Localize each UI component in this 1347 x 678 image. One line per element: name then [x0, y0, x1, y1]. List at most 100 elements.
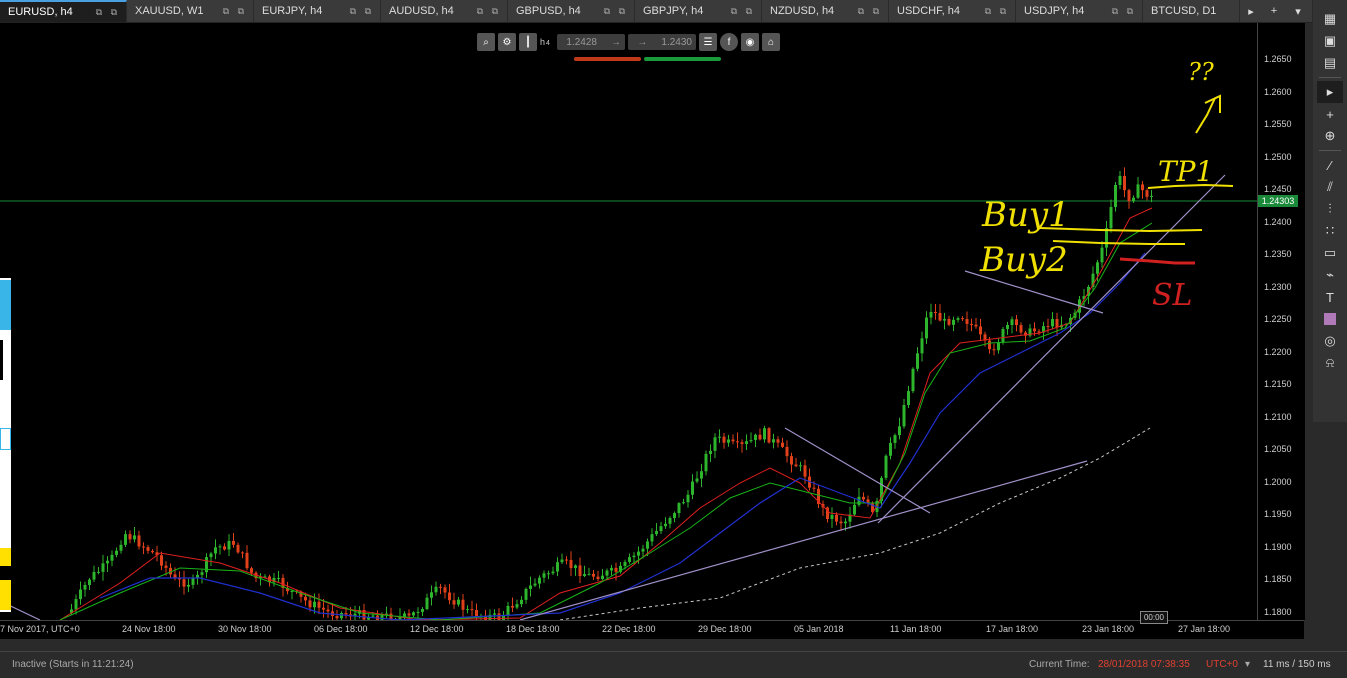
calendar-icon[interactable] [0, 428, 11, 450]
tab-detach-icon[interactable]: ⧉ ⧉ [858, 6, 882, 17]
candle-body [115, 550, 118, 555]
fibonacci-icon[interactable]: ∷ [1317, 220, 1343, 242]
candle-body [997, 342, 1000, 351]
tab-scroll-right-icon[interactable]: ▸ [1240, 0, 1262, 22]
price-tick: 1.2000 [1264, 476, 1292, 487]
price-tick: 1.2350 [1264, 249, 1292, 259]
sell-price-box[interactable]: 1.2428 → [557, 34, 625, 50]
text-icon[interactable]: T [1317, 286, 1343, 308]
tab-usdchf[interactable]: USDCHF, h4 ⧉ ⧉ [889, 0, 1016, 22]
tab-detach-icon[interactable]: ⧉ ⧉ [604, 6, 628, 17]
candle-body [812, 487, 816, 489]
rectangle-icon[interactable]: ▭ [1317, 242, 1343, 264]
candle-body [439, 586, 442, 588]
buy-price-box[interactable]: → 1.2430 [628, 34, 696, 50]
candle-body [794, 464, 798, 467]
tab-eurusd[interactable]: EURUSD, h4 ⧉ ⧉ [0, 0, 127, 22]
tab-detach-icon[interactable]: ⧉ ⧉ [96, 7, 120, 18]
candle-body [218, 546, 222, 548]
candle-body [650, 534, 654, 542]
candle-body [641, 548, 645, 552]
candle-body [1141, 184, 1144, 191]
candle-body [610, 567, 613, 571]
candlestick-chart[interactable]: TP1 Buy1 Buy2 SL?? [0, 23, 1257, 620]
candle-body [731, 439, 735, 442]
cursor-icon[interactable]: ▸ [1317, 81, 1343, 103]
draw-tool-icon[interactable] [0, 340, 11, 380]
candle-body [664, 523, 667, 527]
candle-body [722, 436, 726, 443]
candle-body [137, 535, 141, 547]
tab-detach-icon[interactable]: ⧉ ⧉ [223, 6, 247, 17]
timezone-selector[interactable]: UTC+0 [1206, 659, 1238, 670]
candle-body [151, 550, 154, 553]
crosshair-icon[interactable]: + [1317, 103, 1343, 125]
channel-icon[interactable]: ⫽ [1317, 176, 1343, 198]
tab-eurjpy[interactable]: EURJPY, h4 ⧉ ⧉ [254, 0, 381, 22]
tab-detach-icon[interactable]: ⧉ ⧉ [985, 6, 1009, 17]
tab-gbpusd[interactable]: GBPUSD, h4 ⧉ ⧉ [508, 0, 635, 22]
candle-body [227, 540, 231, 550]
candle-body [920, 338, 924, 354]
tab-detach-icon[interactable]: ⧉ ⧉ [477, 6, 501, 17]
camera-icon[interactable]: ◎ [1317, 330, 1343, 352]
panel-handle[interactable] [0, 280, 11, 330]
tab-xauusd[interactable]: XAUUSD, W1 ⧉ ⧉ [127, 0, 254, 22]
price-chart[interactable]: TP1 Buy1 Buy2 SL?? [0, 23, 1257, 620]
time-axis[interactable]: 7 Nov 2017, UTC+0 24 Nov 18:00 30 Nov 18:0… [0, 620, 1304, 639]
candle-body [704, 453, 708, 472]
candle-body [965, 318, 969, 324]
candle-body [524, 588, 528, 600]
candle-body [205, 557, 208, 573]
candle-body [430, 592, 433, 598]
tab-list-icon[interactable]: ▾ [1287, 0, 1309, 22]
tab-detach-icon[interactable]: ⧉ ⧉ [1112, 6, 1136, 17]
candle-body [1132, 197, 1135, 202]
tab-detach-icon[interactable]: ⧉ ⧉ [731, 6, 755, 17]
price-tick: 1.1950 [1264, 509, 1292, 519]
candle-body [551, 571, 555, 574]
split-layout-icon[interactable]: ▤ [1317, 52, 1343, 74]
facebook-icon[interactable]: f [720, 33, 738, 51]
community-icon[interactable]: ◉ [741, 33, 759, 51]
candle-body [191, 578, 195, 585]
candle-body [835, 514, 838, 522]
price-tick: 1.1900 [1264, 541, 1292, 552]
trendline-icon[interactable]: ∕ [1317, 154, 1343, 176]
tab-gbpjpy[interactable]: GBPJPY, h4 ⧉ ⧉ [635, 0, 762, 22]
candle-body [889, 442, 892, 456]
candles-icon[interactable]: ┃ [519, 33, 537, 51]
single-layout-icon[interactable]: ▣ [1317, 30, 1343, 52]
time-tick: 06 Dec 18:00 [314, 624, 368, 634]
settings-icon[interactable]: ⚙ [498, 33, 516, 51]
candle-body [655, 531, 658, 535]
candle-body [938, 312, 942, 321]
current-price-tag: 1.24303 [1258, 195, 1298, 207]
price-tick: 1.2600 [1264, 86, 1292, 97]
education-icon[interactable]: ⌂ [762, 33, 780, 51]
candle-body [758, 434, 762, 440]
candle-body [1127, 190, 1131, 202]
price-axis[interactable]: 1.24303 1.2650 1.2600 1.2550 1.2500 1.2450 1.… [1257, 23, 1305, 620]
eraser-icon[interactable]: ⌁ [1317, 264, 1343, 286]
list-icon[interactable]: ☰ [699, 33, 717, 51]
tab-usdjpy[interactable]: USDJPY, h4 ⧉ ⧉ [1016, 0, 1143, 22]
candle-body [718, 436, 721, 438]
candle-body [313, 601, 316, 608]
new-tab-button[interactable]: + [1263, 0, 1285, 22]
pitchfork-icon[interactable]: ⫶ [1317, 198, 1343, 220]
candle-body [1006, 324, 1009, 329]
candle-body [916, 353, 919, 369]
tab-nzdusd[interactable]: NZDUSD, h4 ⧉ ⧉ [762, 0, 889, 22]
alert-bell-icon[interactable]: ⍾ [1317, 352, 1343, 374]
crosshair-box-icon[interactable]: ⊕ [1317, 125, 1343, 147]
tab-audusd[interactable]: AUDUSD, h4 ⧉ ⧉ [381, 0, 508, 22]
black-swatch[interactable] [0, 566, 11, 580]
tab-btcusd[interactable]: BTCUSD, D1 [1143, 0, 1240, 22]
zoom-icon[interactable]: ⌕ [477, 33, 495, 51]
price-tick: 1.2500 [1264, 151, 1292, 162]
timezone-dropdown-icon[interactable]: ▾ [1245, 659, 1250, 670]
grid-layout-icon[interactable]: ▦ [1317, 8, 1343, 30]
tab-detach-icon[interactable]: ⧉ ⧉ [350, 6, 374, 17]
color-swatch-icon[interactable] [1317, 308, 1343, 330]
